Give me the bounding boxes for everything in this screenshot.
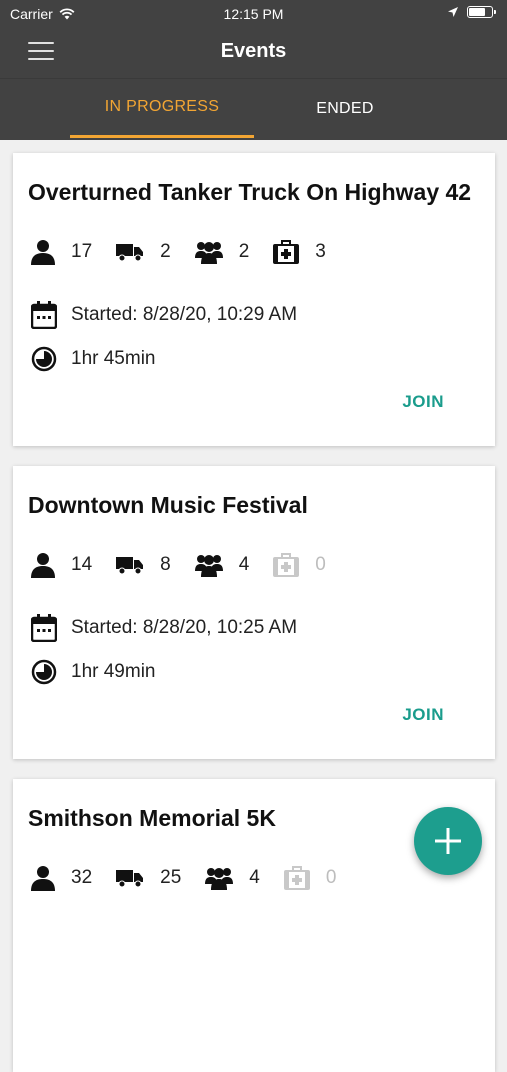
app-bar: Carrier 12:15 PM Events IN PROGRESS ENDE… <box>0 0 507 140</box>
people-stat: 14 <box>31 552 92 578</box>
started-row: Started: 8/28/20, 10:29 AM <box>31 301 297 329</box>
duration-row: 1hr 45min <box>31 346 156 372</box>
title-bar: Events <box>0 28 507 78</box>
event-stats: 17 2 2 3 <box>31 237 350 267</box>
medical-kit-icon <box>273 240 300 264</box>
medical-stat: 0 <box>283 866 337 890</box>
event-title: Smithson Memorial 5K <box>28 805 276 831</box>
people-stat: 17 <box>31 239 92 265</box>
vehicles-stat: 25 <box>116 867 181 889</box>
people-stat: 32 <box>31 865 92 891</box>
timer-icon <box>31 659 57 685</box>
started-time: Started: 8/28/20, 10:29 AM <box>71 304 298 325</box>
groups-count: 4 <box>238 554 250 575</box>
truck-icon <box>116 870 144 888</box>
event-card[interactable]: Overturned Tanker Truck On Highway 42 17… <box>13 153 495 446</box>
timer-icon <box>31 346 57 372</box>
medical-count: 0 <box>325 867 337 888</box>
status-right <box>447 6 496 18</box>
calendar-icon <box>31 614 57 642</box>
join-button[interactable]: JOIN <box>402 705 444 725</box>
plus-icon <box>435 828 461 854</box>
groups-stat: 2 <box>194 240 250 264</box>
duration-text: 1hr 49min <box>71 661 156 682</box>
person-icon <box>31 866 55 891</box>
started-time: Started: 8/28/20, 10:25 AM <box>71 617 298 638</box>
people-count: 32 <box>71 867 93 888</box>
status-bar: Carrier 12:15 PM <box>0 0 507 28</box>
calendar-icon <box>31 301 57 329</box>
tab-bar: IN PROGRESS ENDED <box>0 79 507 140</box>
medical-stat: 3 <box>273 240 326 264</box>
group-icon <box>194 242 223 264</box>
event-stats: 32 25 4 0 <box>31 863 360 893</box>
battery-icon <box>467 6 496 18</box>
medical-kit-icon <box>283 866 310 890</box>
groups-count: 2 <box>238 241 250 262</box>
people-count: 14 <box>71 554 93 575</box>
add-event-button[interactable] <box>414 807 482 875</box>
vehicles-count: 8 <box>160 554 171 575</box>
event-title: Downtown Music Festival <box>28 492 308 518</box>
group-icon <box>194 555 223 577</box>
location-arrow-icon <box>448 7 458 17</box>
join-button[interactable]: JOIN <box>402 392 444 412</box>
people-count: 17 <box>71 241 93 262</box>
started-row: Started: 8/28/20, 10:25 AM <box>31 614 297 642</box>
event-card[interactable]: Downtown Music Festival 14 8 4 0 Started… <box>13 466 495 759</box>
groups-stat: 4 <box>194 553 250 577</box>
vehicles-count: 25 <box>160 867 182 888</box>
medical-count: 3 <box>315 241 326 262</box>
truck-icon <box>116 244 144 262</box>
vehicles-stat: 2 <box>116 241 171 263</box>
groups-stat: 4 <box>205 866 260 890</box>
person-icon <box>31 553 55 578</box>
groups-count: 4 <box>249 867 260 888</box>
event-stats: 14 8 4 0 <box>31 550 350 580</box>
duration-row: 1hr 49min <box>31 659 156 685</box>
person-icon <box>31 240 55 265</box>
medical-count: 0 <box>315 554 326 575</box>
duration-text: 1hr 45min <box>71 348 156 369</box>
event-title: Overturned Tanker Truck On Highway 42 <box>28 179 472 205</box>
page-title: Events <box>220 40 287 62</box>
medical-stat: 0 <box>273 553 326 577</box>
vehicles-stat: 8 <box>116 554 171 576</box>
tab-in-progress[interactable]: IN PROGRESS <box>70 79 254 138</box>
truck-icon <box>116 557 144 575</box>
tab-ended[interactable]: ENDED <box>253 79 437 138</box>
clock: 12:15 PM <box>223 6 284 22</box>
group-icon <box>205 868 234 890</box>
medical-kit-icon <box>273 553 300 577</box>
vehicles-count: 2 <box>160 241 171 262</box>
